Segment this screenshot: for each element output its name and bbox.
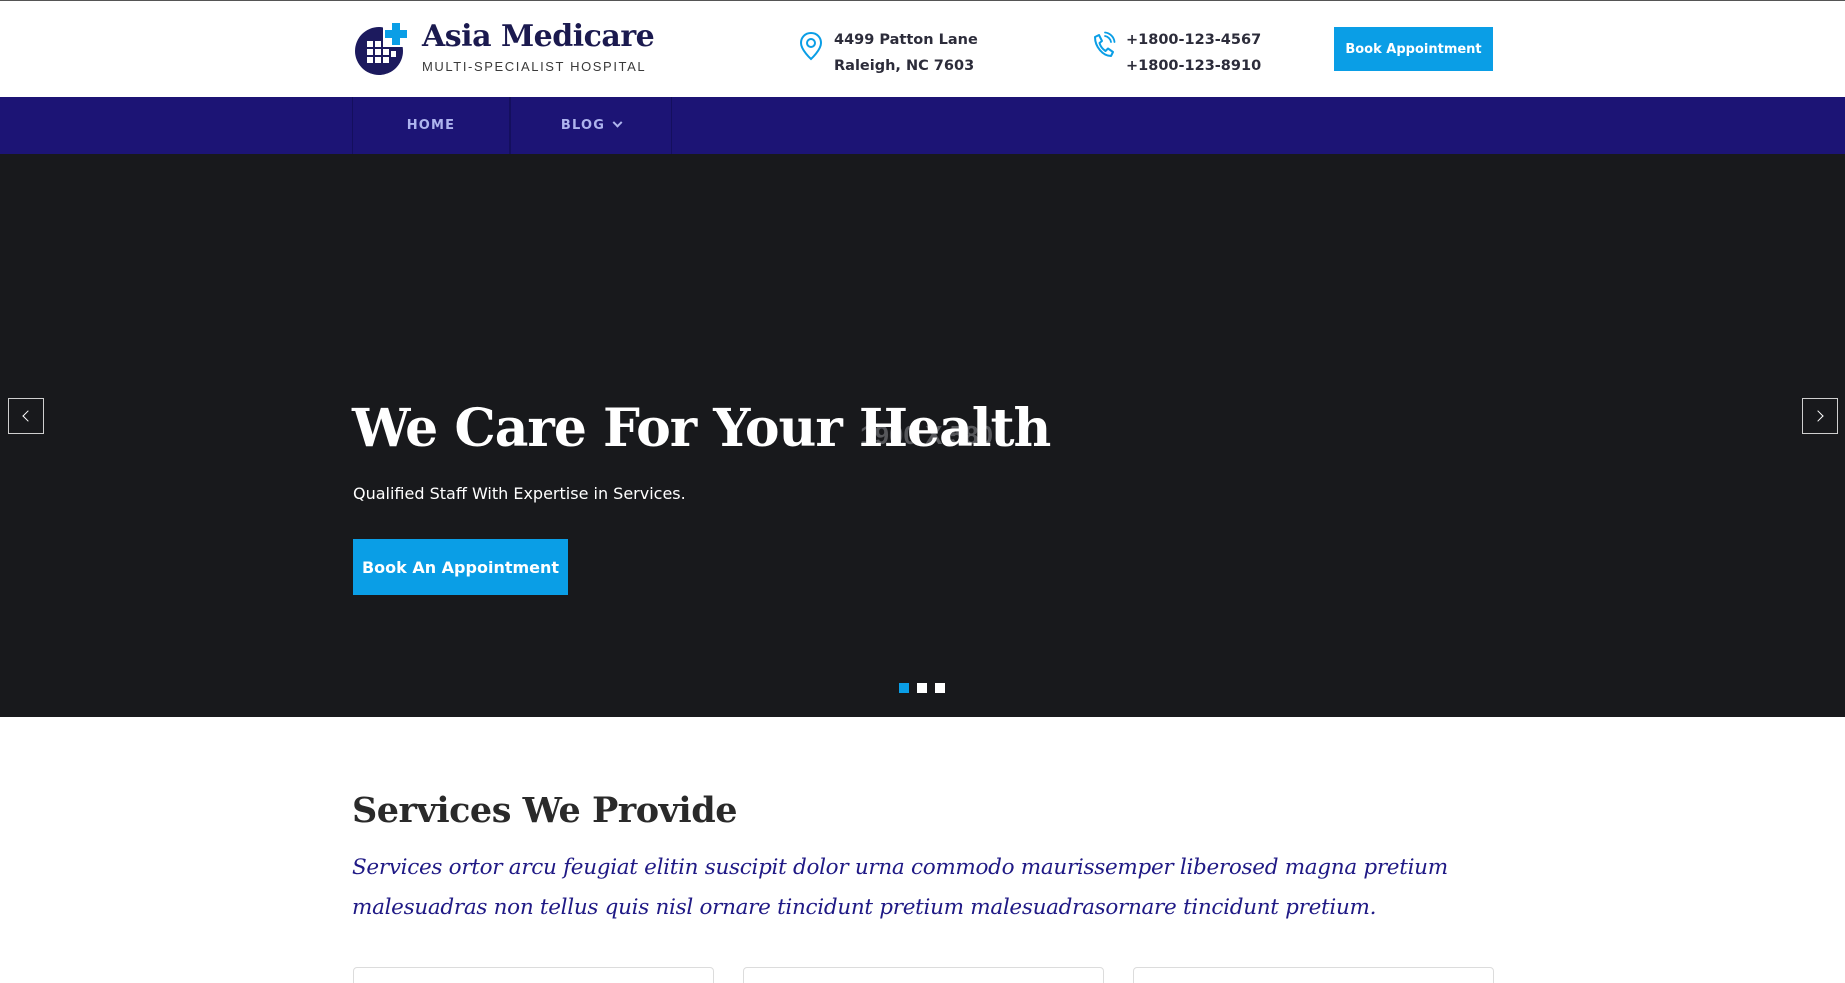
- hero-subtitle: Qualified Staff With Expertise in Servic…: [353, 484, 686, 503]
- main-nav: HOME BLOG: [0, 97, 1845, 154]
- slider-dot-2[interactable]: [917, 683, 927, 693]
- phone-line-1[interactable]: +1800-123-4567: [1126, 27, 1261, 53]
- slider-next-button[interactable]: [1802, 398, 1838, 434]
- brand-tagline: MULTI-SPECIALIST HOSPITAL: [422, 59, 647, 74]
- slider-dot-3[interactable]: [935, 683, 945, 693]
- address-line-2: Raleigh, NC 7603: [834, 58, 975, 74]
- nav-item-home[interactable]: HOME: [352, 97, 510, 154]
- book-an-appointment-button[interactable]: Book An Appointment: [353, 539, 568, 595]
- phone-block: +1800-123-4567 +1800-123-8910: [1090, 27, 1290, 79]
- site-header: Asia Medicare MULTI-SPECIALIST HOSPITAL …: [0, 1, 1845, 97]
- map-pin-icon: [799, 31, 823, 61]
- nav-item-label: BLOG: [560, 118, 606, 133]
- chevron-down-icon: [612, 117, 623, 128]
- hospital-cross-globe-icon[interactable]: [353, 21, 409, 77]
- services-title: Services We Provide: [352, 790, 737, 831]
- nav-item-blog[interactable]: BLOG: [510, 97, 672, 154]
- service-card[interactable]: [1133, 967, 1494, 983]
- service-card[interactable]: [743, 967, 1104, 983]
- address-block: 4499 Patton Lane Raleigh, NC 7603: [798, 27, 998, 79]
- phone-icon: [1094, 31, 1116, 57]
- phone-line-2[interactable]: +1800-123-8910: [1126, 53, 1261, 79]
- slider-dot-1[interactable]: [899, 683, 909, 693]
- book-appointment-button[interactable]: Book Appointment: [1334, 27, 1493, 71]
- nav-item-label: HOME: [406, 118, 456, 133]
- slider-prev-button[interactable]: [8, 398, 44, 434]
- brand-name[interactable]: Asia Medicare: [422, 19, 655, 54]
- chevron-left-icon: [22, 410, 34, 422]
- hero-title: We Care For Your Health: [352, 398, 1051, 459]
- hero-slider: 1900 X 580 We Care For Your Health Quali…: [0, 154, 1845, 717]
- chevron-right-icon: [1812, 410, 1824, 422]
- services-description: Services ortor arcu feugiat elitin susci…: [352, 855, 1448, 920]
- address-line-1: 4499 Patton Lane: [834, 32, 978, 48]
- service-card[interactable]: [353, 967, 714, 983]
